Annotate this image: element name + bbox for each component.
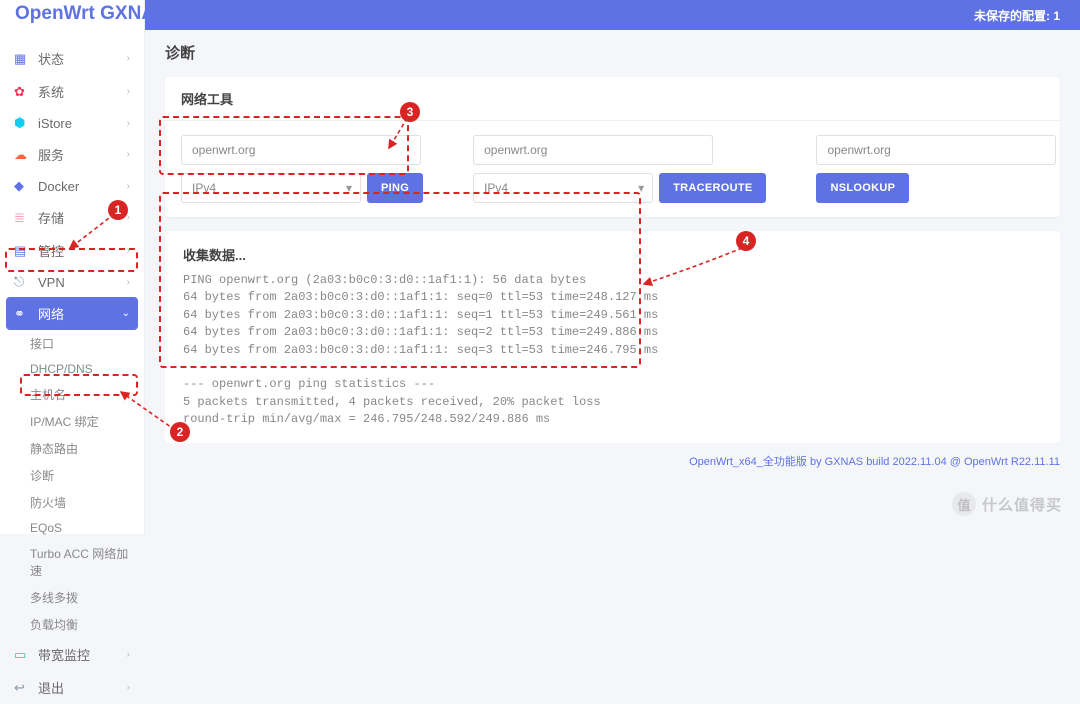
sidebar-icon: ⬢ bbox=[14, 115, 30, 131]
chevron-icon: › bbox=[127, 212, 130, 223]
sidebar-subitem-静态路由[interactable]: 静态路由 bbox=[0, 435, 144, 462]
sidebar-icon: ≣ bbox=[14, 210, 30, 226]
chevron-icon: › bbox=[127, 245, 130, 256]
chevron-icon: › bbox=[127, 86, 130, 97]
sidebar-item-label: 存储 bbox=[38, 208, 64, 227]
sidebar-item-label: iStore bbox=[38, 116, 72, 131]
sidebar-icon: ⚭ bbox=[14, 306, 30, 322]
ping-host-input[interactable] bbox=[181, 135, 421, 165]
traceroute-host-input[interactable] bbox=[473, 135, 713, 165]
main-content: 诊断 网络工具 IPv4 PING IPv4 TRACEROUTE bbox=[145, 30, 1080, 534]
page-title: 诊断 bbox=[165, 42, 1060, 63]
ping-tool-column: IPv4 PING bbox=[181, 135, 423, 203]
chevron-icon: ⌄ bbox=[122, 308, 130, 319]
results-heading: 收集数据... bbox=[183, 245, 1042, 264]
sidebar-subitem-主机名[interactable]: 主机名 bbox=[0, 381, 144, 408]
sidebar: ▦ 状态 › ✿ 系统 › ⬢ iStore › ☁ 服务 › ◆ Docker › ≣ 存储 › ▤ 管控 › ⎋ VPN… bbox=[0, 0, 145, 534]
sidebar-item-label: 服务 bbox=[38, 145, 64, 164]
chevron-icon: › bbox=[127, 53, 130, 64]
sidebar-item-iStore[interactable]: ⬢ iStore › bbox=[0, 108, 144, 138]
sidebar-icon: ⎋ bbox=[14, 274, 30, 290]
sidebar-icon: ✿ bbox=[14, 84, 30, 100]
chevron-icon: › bbox=[127, 277, 130, 288]
sidebar-item-label: 退出 bbox=[38, 678, 64, 697]
sidebar-subitem-DHCP/DNS[interactable]: DHCP/DNS bbox=[0, 357, 144, 381]
chevron-icon: › bbox=[127, 181, 130, 192]
sidebar-item-管控[interactable]: ▤ 管控 › bbox=[0, 234, 144, 267]
sidebar-subitem-多线多拨[interactable]: 多线多拨 bbox=[0, 584, 144, 611]
sidebar-icon: ◆ bbox=[14, 178, 30, 194]
sidebar-icon: ▦ bbox=[14, 51, 30, 67]
sidebar-item-label: 带宽监控 bbox=[38, 645, 90, 664]
sidebar-icon: ▤ bbox=[14, 243, 30, 259]
sidebar-item-label: 系统 bbox=[38, 82, 64, 101]
chevron-icon: › bbox=[127, 649, 130, 660]
sidebar-item-带宽监控[interactable]: ▭ 带宽监控 › bbox=[0, 638, 144, 671]
sidebar-item-label: 网络 bbox=[38, 304, 64, 323]
sidebar-item-label: 管控 bbox=[38, 241, 64, 260]
sidebar-item-label: Docker bbox=[38, 179, 79, 194]
chevron-icon: › bbox=[127, 149, 130, 160]
footer-build-info: OpenWrt_x64_全功能版 by GXNAS build 2022.11.… bbox=[165, 453, 1060, 469]
sidebar-icon: ↩ bbox=[14, 680, 30, 696]
chevron-icon: › bbox=[127, 118, 130, 129]
network-tools-heading: 网络工具 bbox=[165, 77, 1060, 121]
sidebar-subitem-Turbo ACC 网络加速[interactable]: Turbo ACC 网络加速 bbox=[0, 540, 144, 584]
console-output: PING openwrt.org (2a03:b0c0:3:d0::1af1:1… bbox=[183, 272, 1042, 429]
nslookup-tool-column: NSLOOKUP bbox=[816, 135, 1056, 203]
nslookup-button[interactable]: NSLOOKUP bbox=[816, 173, 909, 203]
sidebar-item-网络[interactable]: ⚭ 网络 ⌄ bbox=[6, 297, 138, 330]
chevron-icon: › bbox=[127, 682, 130, 693]
traceroute-tool-column: IPv4 TRACEROUTE bbox=[473, 135, 766, 203]
sidebar-icon: ☁ bbox=[14, 147, 30, 163]
network-tools-card: 网络工具 IPv4 PING IPv4 TRACEROUTE bbox=[165, 77, 1060, 217]
sidebar-item-状态[interactable]: ▦ 状态 › bbox=[0, 42, 144, 75]
sidebar-item-label: VPN bbox=[38, 275, 65, 290]
unsaved-changes-label[interactable]: 未保存的配置: 1 bbox=[974, 7, 1060, 24]
traceroute-button[interactable]: TRACEROUTE bbox=[659, 173, 766, 203]
sidebar-subitem-IP/MAC 绑定[interactable]: IP/MAC 绑定 bbox=[0, 408, 144, 435]
sidebar-item-VPN[interactable]: ⎋ VPN › bbox=[0, 267, 144, 297]
results-card: 收集数据... PING openwrt.org (2a03:b0c0:3:d0… bbox=[165, 231, 1060, 443]
nslookup-host-input[interactable] bbox=[816, 135, 1056, 165]
ping-button[interactable]: PING bbox=[367, 173, 423, 203]
sidebar-item-退出[interactable]: ↩ 退出 › bbox=[0, 671, 144, 704]
sidebar-item-存储[interactable]: ≣ 存储 › bbox=[0, 201, 144, 234]
sidebar-subitem-EQoS[interactable]: EQoS bbox=[0, 516, 144, 540]
sidebar-subitem-诊断[interactable]: 诊断 bbox=[0, 462, 144, 489]
sidebar-item-服务[interactable]: ☁ 服务 › bbox=[0, 138, 144, 171]
sidebar-subitem-接口[interactable]: 接口 bbox=[0, 330, 144, 357]
traceroute-proto-select[interactable]: IPv4 bbox=[473, 173, 653, 203]
ping-proto-select[interactable]: IPv4 bbox=[181, 173, 361, 203]
sidebar-item-label: 状态 bbox=[38, 49, 64, 68]
sidebar-item-系统[interactable]: ✿ 系统 › bbox=[0, 75, 144, 108]
sidebar-item-Docker[interactable]: ◆ Docker › bbox=[0, 171, 144, 201]
sidebar-subitem-防火墙[interactable]: 防火墙 bbox=[0, 489, 144, 516]
sidebar-icon: ▭ bbox=[14, 647, 30, 663]
app-logo: OpenWrt GXNAS bbox=[15, 3, 168, 25]
sidebar-subitem-负载均衡[interactable]: 负载均衡 bbox=[0, 611, 144, 638]
